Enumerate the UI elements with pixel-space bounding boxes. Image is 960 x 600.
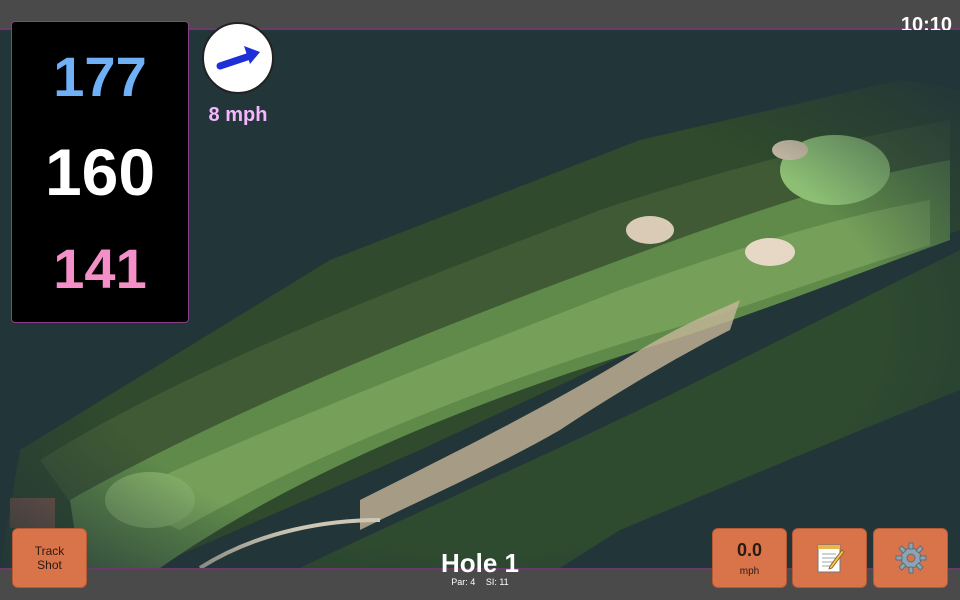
notepad-icon bbox=[817, 544, 845, 573]
wind-indicator bbox=[202, 22, 274, 94]
hole-info: Par: 4 SI: 11 bbox=[380, 577, 580, 587]
wind-direction-arrow-icon bbox=[216, 46, 260, 70]
track-shot-label-line1: Track bbox=[34, 544, 65, 558]
track-shot-label-line2: Shot bbox=[37, 558, 62, 572]
distance-to-back: 177 bbox=[53, 45, 147, 108]
settings-button[interactable] bbox=[873, 528, 948, 588]
distance-to-middle: 160 bbox=[44, 135, 156, 209]
gear-icon bbox=[895, 542, 926, 574]
speed-value: 0.0 bbox=[736, 539, 763, 560]
track-shot-button[interactable]: Track Shot bbox=[12, 528, 87, 588]
distance-panel: 177 160 141 bbox=[11, 21, 189, 323]
speed-button[interactable]: 0.0 mph bbox=[712, 528, 787, 588]
distance-to-front: 141 bbox=[53, 237, 147, 300]
speed-unit: mph bbox=[739, 565, 760, 577]
hole-stroke-index: SI: 11 bbox=[485, 577, 509, 587]
hole-par: Par: 4 bbox=[451, 577, 476, 587]
scorecard-notes-button[interactable] bbox=[792, 528, 867, 588]
hole-title: Hole 1 bbox=[440, 548, 520, 578]
wind-speed: 8 mph bbox=[208, 104, 268, 126]
